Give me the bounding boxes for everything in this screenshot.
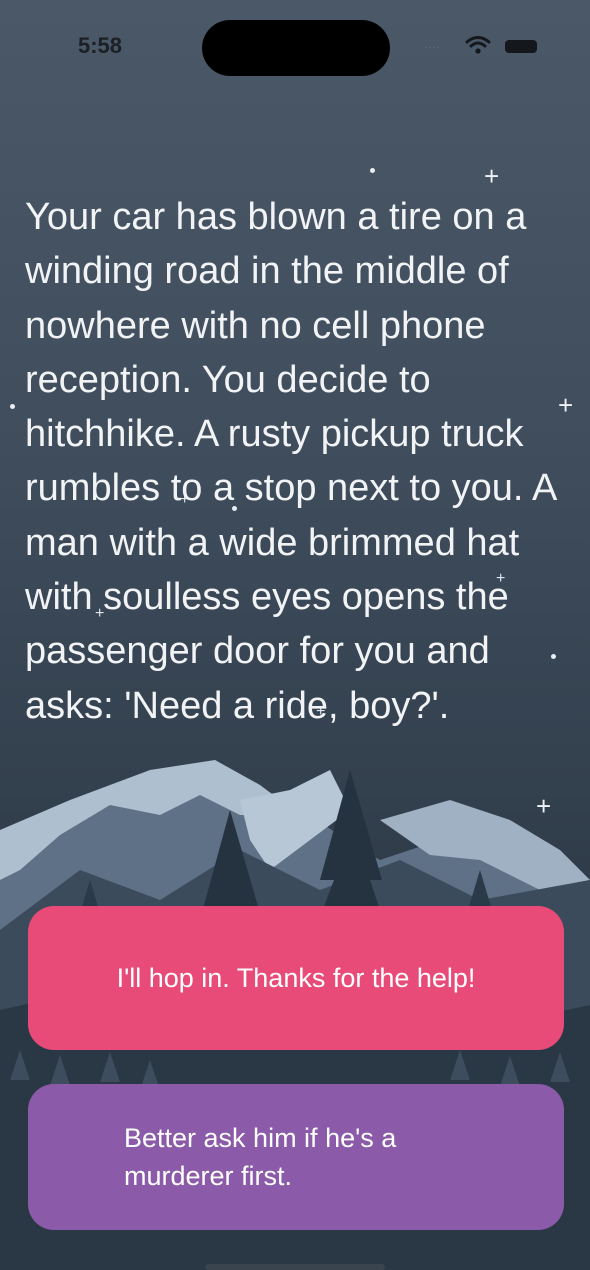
story-text: Your car has blown a tire on a winding r… [25, 196, 556, 727]
cellular-signal-icon: .... [425, 40, 441, 51]
story-screen: 5:58 .... + + + + + + + Your car has blo… [0, 0, 590, 1270]
status-time: 5:58 [78, 33, 123, 58]
dynamic-island [202, 20, 390, 76]
star-dot [370, 168, 375, 173]
battery-icon [505, 40, 537, 53]
sparkle-icon: + [536, 791, 552, 821]
choice-button-ask-murderer[interactable]: Better ask him if he's a murderer first. [28, 1084, 564, 1230]
wifi-icon [465, 36, 491, 54]
star-dot [10, 404, 15, 409]
status-bar: 5:58 .... [0, 0, 590, 90]
choice-button-hop-in[interactable]: I'll hop in. Thanks for the help! [28, 906, 564, 1050]
choice-button-label: Better ask him if he's a murderer first. [124, 1123, 397, 1191]
sparkle-icon: + [484, 161, 500, 191]
home-indicator [205, 1264, 385, 1270]
